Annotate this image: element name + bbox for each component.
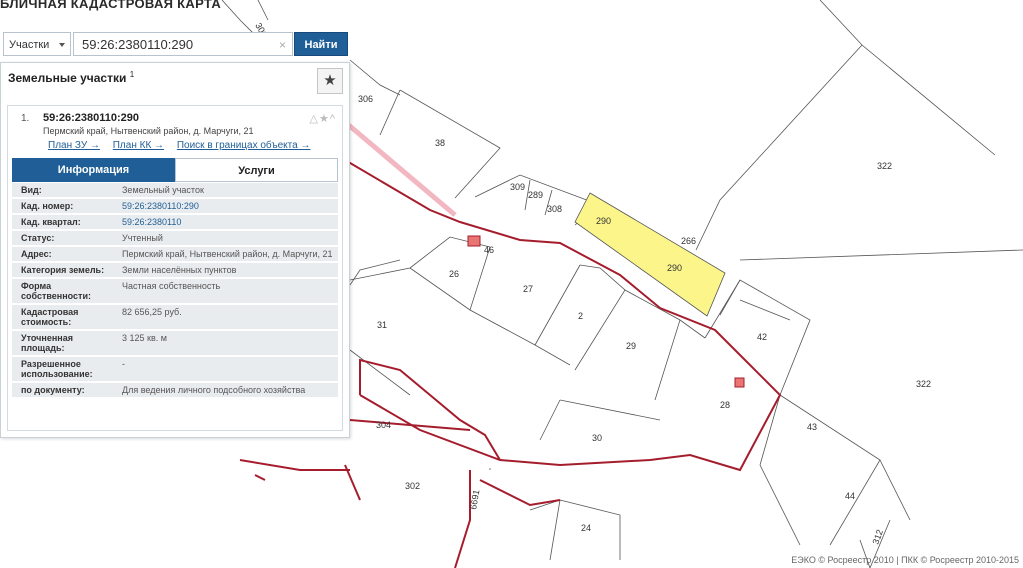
parcel-label: 322 [916, 379, 931, 389]
row-key: Статус: [21, 233, 55, 243]
parcel-labels: 306 38 322 309 289 308 290 290 266 46 26… [253, 21, 931, 546]
row-key: по документу: [21, 385, 85, 395]
table-row: Кад. квартал: 59:26:2380110 [12, 215, 338, 229]
result-card: 1. 59:26:2380110:290 Пермский край, Нытв… [7, 105, 343, 431]
building-28 [734, 377, 745, 388]
parcel-label: 42 [757, 332, 767, 342]
row-value: Земельный участок [122, 185, 204, 195]
parcel-label: 290 [596, 216, 611, 226]
info-table: Вид: Земельный участок Кад. номер: 59:26:2… [12, 183, 338, 399]
result-tabs: Информация Услуги [12, 158, 338, 182]
row-key: Форма собственности: [21, 281, 91, 301]
parcel-label: 312 [870, 528, 885, 546]
row-value: Земли населённых пунктов [122, 265, 237, 275]
copyright-text: ЕЭКО © Росреестр 2010 | ПКК © Росреестр … [791, 555, 1019, 565]
parcel-label: 24 [581, 523, 591, 533]
search-bar: Участки 59:26:2380110:290 × Найти [3, 32, 348, 58]
table-row: Адрес: Пермский край, Нытвенский район, д… [12, 247, 338, 261]
parcel-label: 28 [720, 400, 730, 410]
table-row: Категория земель: Земли населённых пункто… [12, 263, 338, 277]
result-tools-icons[interactable]: △★^ [310, 112, 336, 125]
row-value: - [122, 359, 125, 369]
parcel-label: 304 [376, 420, 391, 430]
results-panel: Земельные участки 1 ★ 1. 59:26:2380110:2… [0, 62, 350, 438]
result-cadastral-number[interactable]: 59:26:2380110:290 [43, 112, 139, 124]
result-number: 1. [21, 113, 30, 124]
parcel-label: 26 [449, 269, 459, 279]
parcel-label: 306 [358, 94, 373, 104]
row-key: Уточненная площадь: [21, 333, 73, 353]
table-row: Кадастровая стоимость: 82 656,25 руб. [12, 305, 338, 329]
parcel-label: 308 [547, 204, 562, 214]
table-row: Форма собственности: Частная собственност… [12, 279, 338, 303]
table-row: по документу: Для ведения личного подсобн… [12, 383, 338, 397]
row-value: Пермский край, Нытвенский район, д. Марч… [122, 249, 333, 259]
page-title: БЛИЧНАЯ КАДАСТРОВАЯ КАРТА [0, 0, 222, 11]
parcel-label: 302 [405, 481, 420, 491]
row-key: Категория земель: [21, 265, 105, 275]
row-key: Разрешенное использование: [21, 359, 93, 379]
row-key: Кад. квартал: [21, 217, 81, 227]
row-value-link[interactable]: 59:26:2380110:290 [118, 199, 338, 213]
table-row: Кад. номер: 59:26:2380110:290 [12, 199, 338, 213]
table-row: Вид: Земельный участок [12, 183, 338, 197]
search-in-bounds-link[interactable]: Поиск в границах объекта → [177, 140, 311, 151]
panel-heading: Земельные участки 1 [8, 70, 134, 85]
row-value: 3 125 кв. м [122, 333, 167, 343]
result-address: Пермский край, Нытвенский район, д. Марч… [43, 126, 254, 136]
row-key: Адрес: [21, 249, 52, 259]
parcel-label: 29 [626, 341, 636, 351]
row-value: Частная собственность [122, 281, 221, 291]
parcel-label: 44 [845, 491, 855, 501]
parcel-label: 27 [523, 284, 533, 294]
parcel-label: 38 [435, 138, 445, 148]
result-links: План ЗУ → План КК → Поиск в границах объ… [48, 140, 320, 151]
parcel-label: 289 [528, 190, 543, 200]
find-button[interactable]: Найти [294, 32, 348, 56]
parcel-label: 322 [877, 161, 892, 171]
favorites-button[interactable]: ★ [317, 68, 343, 94]
row-value: Для ведения личного подсобного хозяйства [122, 385, 306, 395]
search-type-select[interactable]: Участки [3, 32, 71, 56]
table-row: Уточненная площадь: 3 125 кв. м [12, 331, 338, 355]
table-row: Статус: Учтенный [12, 231, 338, 245]
parcel-label: 266 [681, 236, 696, 246]
parcel-label: 2 [578, 311, 583, 321]
row-value: 82 656,25 руб. [122, 307, 182, 317]
chevron-down-icon [59, 43, 65, 47]
row-key: Кадастровая стоимость: [21, 307, 79, 327]
panel-heading-text: Земельные участки [8, 71, 127, 85]
plan-zu-link[interactable]: План ЗУ → [48, 140, 100, 151]
parcel-label: 31 [377, 320, 387, 330]
parcel-label: 6691 [468, 489, 481, 510]
search-query: 59:26:2380110:290 [82, 37, 194, 52]
parcel-label: 290 [667, 263, 682, 273]
parcel-label: 43 [807, 422, 817, 432]
star-icon: ★ [323, 72, 337, 89]
parcel-label: 30 [592, 433, 602, 443]
row-value: Учтенный [122, 233, 163, 243]
search-input[interactable]: 59:26:2380110:290 × [73, 32, 293, 56]
row-key: Кад. номер: [21, 201, 74, 211]
row-value-link[interactable]: 59:26:2380110 [118, 215, 338, 229]
tab-info[interactable]: Информация [12, 158, 175, 182]
clear-icon[interactable]: × [279, 33, 286, 57]
road-stripe [343, 120, 457, 217]
result-count: 1 [129, 70, 135, 79]
search-type-label: Участки [9, 39, 50, 51]
parcel-label: 46 [484, 245, 494, 255]
table-row: Разрешенное использование: - [12, 357, 338, 381]
row-key: Вид: [21, 185, 42, 195]
parcel-label: 309 [510, 182, 525, 192]
plan-kk-link[interactable]: План КК → [113, 140, 164, 151]
selected-parcel-290[interactable] [574, 192, 726, 317]
tab-services[interactable]: Услуги [175, 158, 338, 182]
building-46 [467, 235, 481, 247]
